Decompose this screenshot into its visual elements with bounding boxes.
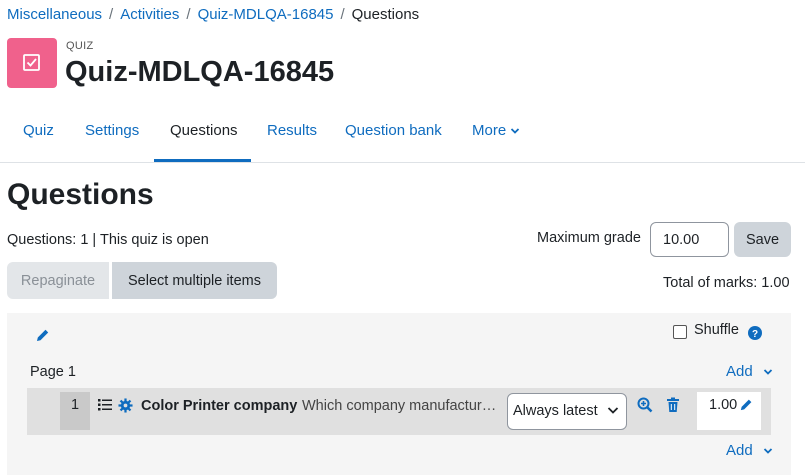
svg-text:?: ? [752,329,758,340]
preview-magnifier-icon[interactable] [637,397,653,413]
edit-mark-pencil-icon[interactable] [739,397,754,412]
tab-more-label: More [472,122,507,139]
chevron-down-icon [763,448,773,454]
tab-results[interactable]: Results [251,110,333,162]
add-menu-top[interactable]: Add [726,363,773,380]
add-label: Add [726,442,753,459]
add-label: Add [726,363,753,380]
activity-title: Quiz-MDLQA-16845 [65,56,335,88]
tab-more[interactable]: More [456,110,536,162]
quiz-checkbox-icon [7,38,57,88]
question-version-value: Always latest [513,403,598,419]
help-icon[interactable]: ? [748,326,762,340]
breadcrumb-separator: / [186,6,191,23]
breadcrumb-separator: / [109,6,114,23]
total-marks-text: Total of marks: 1.00 [663,275,790,291]
breadcrumb-current: Questions [351,6,420,23]
question-name[interactable]: Color Printer company [141,398,297,414]
chevron-down-icon [763,369,773,375]
save-button[interactable]: Save [734,222,791,257]
chevron-down-icon [607,407,619,414]
maximum-grade-label: Maximum grade [537,230,641,246]
page-label: Page 1 [30,364,76,380]
chevron-down-icon [510,127,520,135]
shuffle-checkbox[interactable] [673,325,687,339]
question-max-mark: 1.00 [709,397,738,413]
question-version-select[interactable]: Always latest [507,393,627,430]
breadcrumb-link-quiz[interactable]: Quiz-MDLQA-16845 [198,6,334,23]
tab-questions[interactable]: Questions [154,110,251,162]
breadcrumb-separator: / [340,6,345,23]
breadcrumb: Miscellaneous / Activities / Quiz-MDLQA-1684… [7,6,419,23]
activity-type-label: QUIZ [66,40,94,52]
quiz-status-text: Questions: 1 | This quiz is open [7,232,209,248]
secondary-navigation: Quiz Settings Questions Results Question… [0,110,805,163]
question-text-preview: Which company manufactur… [302,398,497,414]
edit-section-heading-pencil-icon[interactable] [35,327,51,343]
question-slot-number: 1 [60,392,90,430]
select-multiple-items-button[interactable]: Select multiple items [112,262,277,299]
breadcrumb-link-activities[interactable]: Activities [120,6,179,23]
tab-question-bank[interactable]: Question bank [329,110,458,162]
maximum-grade-input[interactable] [650,222,729,257]
shuffle-label: Shuffle [694,322,739,338]
page-title: Questions [7,178,154,211]
breadcrumb-link-miscellaneous[interactable]: Miscellaneous [7,6,102,23]
tab-quiz[interactable]: Quiz [7,110,70,162]
add-menu-bottom[interactable]: Add [726,442,773,459]
gear-icon[interactable] [118,398,133,413]
question-type-list-icon [98,398,112,412]
repaginate-button[interactable]: Repaginate [7,262,109,299]
tab-settings[interactable]: Settings [69,110,155,162]
trash-icon[interactable] [666,397,680,413]
